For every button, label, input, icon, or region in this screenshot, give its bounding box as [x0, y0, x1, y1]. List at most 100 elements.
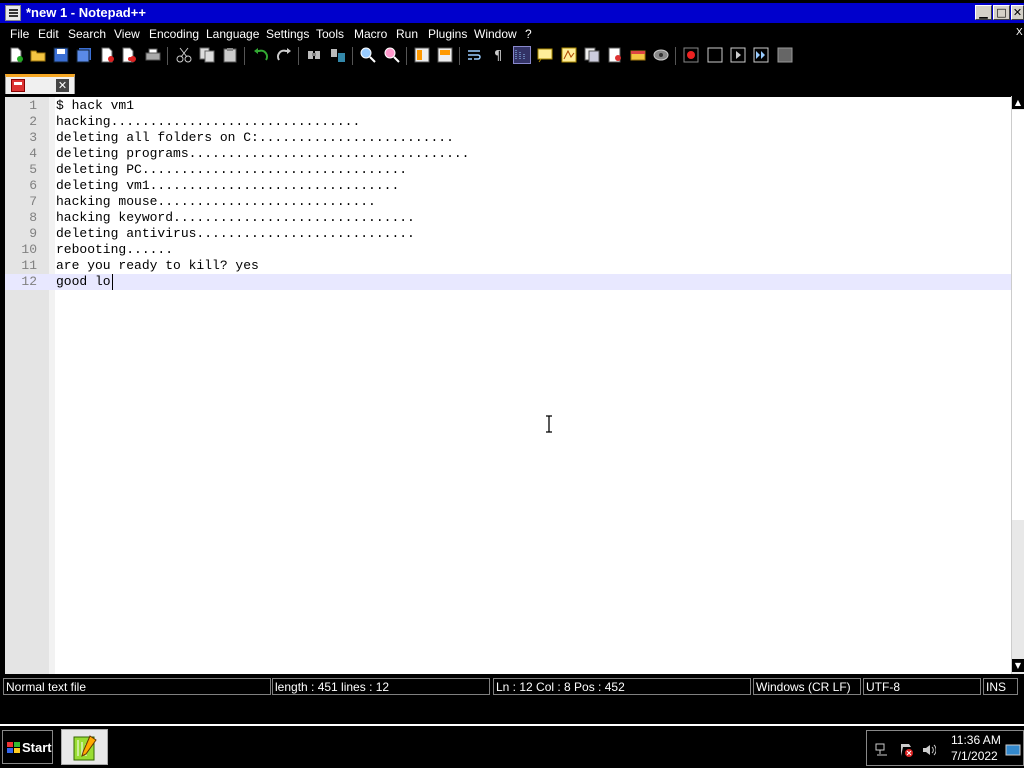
menu-encoding[interactable]: Encoding — [149, 27, 199, 41]
title-bar[interactable]: *new 1 - Notepad++ ▁ □ ✕ — [0, 3, 1024, 23]
eye-icon[interactable] — [653, 47, 669, 63]
find-icon[interactable] — [306, 47, 322, 63]
play-macro-icon[interactable] — [730, 47, 746, 63]
menu-settings[interactable]: Settings — [266, 27, 309, 41]
system-tray: 11:36 AM 7/1/2022 — [866, 730, 1024, 766]
notepad-app-icon[interactable] — [5, 5, 21, 21]
show-all-chars-icon[interactable]: ¶ — [491, 47, 507, 63]
menu-close-document-icon[interactable]: X — [1016, 27, 1023, 38]
editor-line: 2 hacking................................ — [5, 114, 1011, 130]
line-text: good lo — [56, 274, 111, 289]
line-number: 12 — [21, 274, 37, 289]
menu-language[interactable]: Language — [206, 27, 259, 41]
editor-line: 1 $ hack vm1 — [5, 98, 1011, 114]
sync-horizontal-icon[interactable] — [437, 47, 453, 63]
menu-view[interactable]: View — [114, 27, 140, 41]
line-text: hacking keyword.........................… — [56, 210, 415, 225]
new-file-icon[interactable] — [8, 47, 24, 63]
editor-line: 11 are you ready to kill? yes — [5, 258, 1011, 274]
zoom-in-icon[interactable] — [360, 47, 376, 63]
paste-icon[interactable] — [222, 47, 238, 63]
cut-icon[interactable] — [176, 47, 192, 63]
save-macro-icon[interactable] — [777, 47, 793, 63]
menu-bar: File Edit Search View Encoding Language … — [0, 23, 1024, 44]
notepad-plus-plus-icon — [73, 735, 97, 761]
toolbar-separator — [675, 47, 676, 65]
network-icon[interactable] — [875, 743, 889, 757]
menu-search[interactable]: Search — [68, 27, 106, 41]
replace-icon[interactable] — [330, 47, 346, 63]
scroll-up-arrow-icon[interactable]: ▲ — [1012, 96, 1024, 109]
maximize-button[interactable]: □ — [993, 5, 1010, 20]
save-all-icon[interactable] — [76, 47, 92, 63]
menu-help[interactable]: ? — [525, 27, 532, 41]
menu-file[interactable]: File — [10, 27, 29, 41]
open-file-icon[interactable] — [30, 47, 46, 63]
status-eol-format[interactable]: Windows (CR LF) — [753, 678, 861, 695]
record-macro-icon[interactable] — [683, 47, 699, 63]
taskbar-notepad-plus-plus-button[interactable] — [61, 729, 108, 765]
editor-line: 7 hacking mouse..........................… — [5, 194, 1011, 210]
close-button[interactable]: ✕ — [1011, 5, 1024, 20]
word-wrap-icon[interactable] — [467, 47, 483, 63]
line-text: deleting programs.......................… — [56, 146, 470, 161]
line-text: deleting PC.............................… — [56, 162, 408, 177]
close-icon[interactable] — [99, 47, 115, 63]
toolbar-separator — [459, 47, 460, 65]
status-length-lines: length : 451 lines : 12 — [272, 678, 490, 695]
toolbar-separator — [352, 47, 353, 65]
stop-macro-icon[interactable] — [707, 47, 723, 63]
document-map-icon[interactable] — [561, 47, 577, 63]
editor-line: 4 deleting programs......................… — [5, 146, 1011, 162]
tab-close-icon[interactable]: ✕ — [56, 79, 69, 92]
menu-edit[interactable]: Edit — [38, 27, 59, 41]
window-title: *new 1 - Notepad++ — [26, 5, 146, 20]
tab-new-1[interactable]: ✕ — [5, 74, 75, 94]
line-number: 6 — [29, 178, 37, 193]
minimize-button[interactable]: ▁ — [975, 5, 992, 20]
toolbar-separator — [244, 47, 245, 65]
status-insert-mode[interactable]: INS — [983, 678, 1018, 695]
clock-time[interactable]: 11:36 AM — [951, 733, 1001, 747]
function-list-icon[interactable] — [584, 47, 600, 63]
vertical-scrollbar[interactable]: ▲ ▼ — [1011, 96, 1024, 674]
unsaved-file-icon — [11, 79, 25, 92]
scroll-down-arrow-icon[interactable]: ▼ — [1012, 659, 1024, 672]
undo-icon[interactable] — [253, 47, 269, 63]
scrollbar-thumb[interactable] — [1012, 110, 1024, 520]
svg-text:¶: ¶ — [494, 49, 502, 63]
taskbar: Start 11:36 AM 7/1/2022 — [0, 724, 1024, 768]
line-text: deleting antivirus......................… — [56, 226, 415, 241]
editor-line: 10 rebooting...... — [5, 242, 1011, 258]
folder-workspace-icon[interactable] — [607, 47, 623, 63]
show-desktop-icon[interactable] — [1005, 743, 1021, 757]
monitoring-icon[interactable] — [630, 47, 646, 63]
menu-tools[interactable]: Tools — [316, 27, 344, 41]
tab-bar: ✕ — [0, 70, 1024, 94]
redo-icon[interactable] — [276, 47, 292, 63]
text-editor[interactable]: 1 $ hack vm1 2 hacking....................… — [5, 96, 1024, 674]
define-language-icon[interactable] — [537, 47, 553, 63]
menu-run[interactable]: Run — [396, 27, 418, 41]
run-macro-multiple-icon[interactable] — [753, 47, 769, 63]
ibeam-cursor-icon — [546, 415, 552, 433]
clock-date[interactable]: 7/1/2022 — [951, 749, 998, 763]
menu-plugins[interactable]: Plugins — [428, 27, 467, 41]
start-button[interactable]: Start — [2, 730, 53, 764]
status-encoding[interactable]: UTF-8 — [863, 678, 981, 695]
sync-vertical-icon[interactable] — [414, 47, 430, 63]
zoom-out-icon[interactable] — [384, 47, 400, 63]
indent-guide-icon[interactable] — [513, 46, 531, 64]
line-number: 9 — [29, 226, 37, 241]
volume-icon[interactable] — [922, 743, 936, 757]
action-center-warning-icon[interactable] — [899, 743, 913, 757]
close-all-icon[interactable] — [121, 47, 137, 63]
line-text: deleting vm1............................… — [56, 178, 400, 193]
save-icon[interactable] — [53, 47, 69, 63]
line-number: 11 — [21, 258, 37, 273]
print-icon[interactable] — [145, 47, 161, 63]
menu-window[interactable]: Window — [474, 27, 517, 41]
menu-macro[interactable]: Macro — [354, 27, 387, 41]
copy-icon[interactable] — [199, 47, 215, 63]
editor-line: 5 deleting PC............................… — [5, 162, 1011, 178]
